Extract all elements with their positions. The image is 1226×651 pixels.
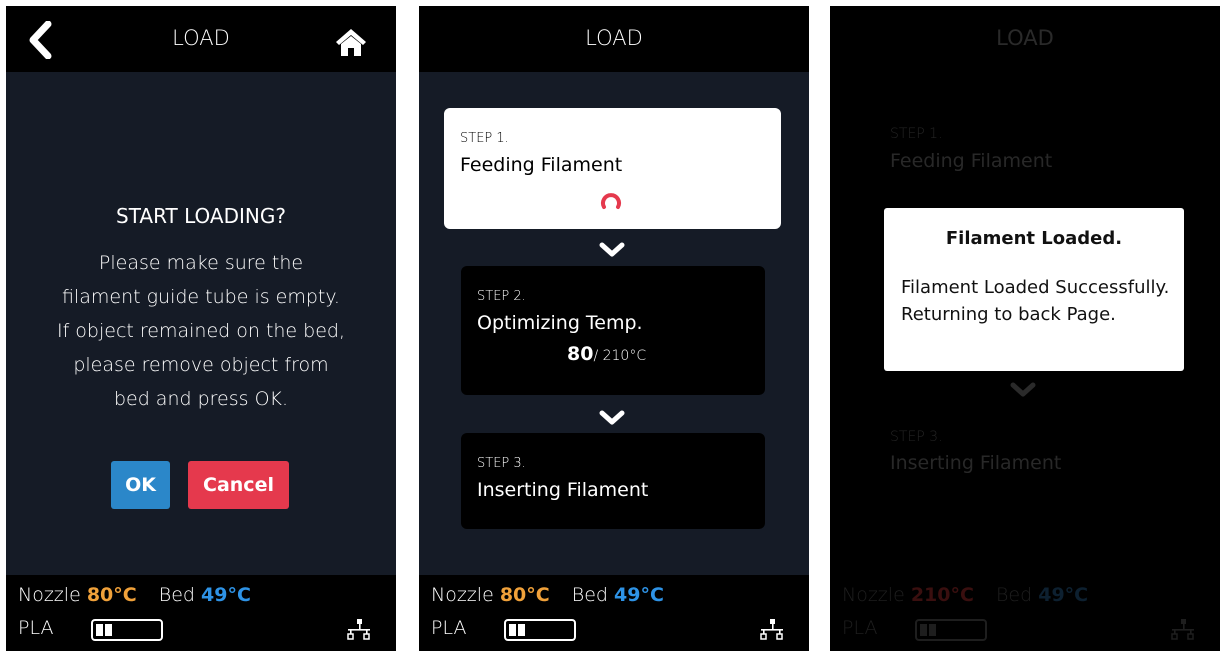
top-bar: LOAD xyxy=(419,6,809,72)
nozzle-label: Nozzle xyxy=(842,584,905,606)
prompt-line: please remove object from xyxy=(73,354,329,376)
prompt-line: filament guide tube is empty. xyxy=(62,286,340,308)
step-name: Optimizing Temp. xyxy=(477,312,643,334)
status-bar: Nozzle 80°C Bed 49°C PLA xyxy=(419,575,809,651)
filament-level-indicator xyxy=(915,619,987,641)
bed-temp: 49°C xyxy=(1038,584,1089,606)
cancel-button[interactable]: Cancel xyxy=(188,461,289,509)
prompt-line: Please make sure the xyxy=(98,252,304,274)
step-name: Feeding Filament xyxy=(890,150,1053,172)
loading-spinner-icon xyxy=(601,193,621,209)
loading-steps-screen: LOAD STEP 1. Feeding Filament STEP 2. Op… xyxy=(419,6,809,651)
network-icon xyxy=(347,619,370,640)
filament-level-segment xyxy=(105,624,112,636)
target-temp: / 210°C xyxy=(593,348,647,364)
bed-temp: 49°C xyxy=(201,584,251,606)
ok-button[interactable]: OK xyxy=(111,461,170,509)
page-title: LOAD xyxy=(585,26,643,50)
step-number: STEP 3. xyxy=(477,456,526,471)
prompt-message: Please make sure the filament guide tube… xyxy=(6,246,396,416)
filament-level-segment xyxy=(509,624,516,636)
status-bar: Nozzle 210°C Bed 49°C PLA xyxy=(830,575,1220,651)
page-title: LOAD xyxy=(996,26,1054,50)
step-name: Inserting Filament xyxy=(477,479,649,501)
network-icon xyxy=(760,619,783,640)
bed-temp: 49°C xyxy=(614,584,664,606)
material-label: PLA xyxy=(842,617,878,639)
chevron-down-icon xyxy=(599,242,625,257)
filament-level-indicator xyxy=(504,619,576,641)
nozzle-label: Nozzle xyxy=(431,584,494,606)
network-icon xyxy=(1171,619,1194,640)
current-temp: 80 xyxy=(567,343,594,365)
temperature-readout: 80/ 210°C xyxy=(567,343,646,365)
filament-level-segment xyxy=(518,624,525,636)
material-label: PLA xyxy=(431,617,467,639)
home-icon[interactable] xyxy=(333,26,369,58)
dialog-message: Filament Loaded Successfully. Returning … xyxy=(901,277,1170,325)
step-number: STEP 1. xyxy=(460,131,509,146)
prompt-title: START LOADING? xyxy=(116,204,286,228)
filament-level-segment xyxy=(929,624,936,636)
prompt-line: If object remained on the bed, xyxy=(56,320,346,342)
dialog-title: Filament Loaded. xyxy=(945,228,1123,249)
nozzle-temp: 80°C xyxy=(499,584,550,606)
filament-level-segment xyxy=(920,624,927,636)
load-complete-screen: LOAD STEP 1. Feeding Filament STEP 3. In… xyxy=(830,6,1220,651)
chevron-down-icon xyxy=(599,410,625,425)
nozzle-temp: 210°C xyxy=(910,584,974,606)
step-number: STEP 2. xyxy=(477,289,526,304)
load-confirm-screen: LOAD START LOADING? Please make sure the… xyxy=(6,6,396,651)
filament-level-segment xyxy=(96,624,103,636)
material-label: PLA xyxy=(18,617,54,639)
bed-label: Bed xyxy=(995,584,1033,606)
chevron-down-icon xyxy=(1010,382,1036,397)
top-bar: LOAD xyxy=(6,6,396,72)
status-bar: Nozzle 80°C Bed 49°C PLA xyxy=(6,575,396,651)
filament-level-indicator xyxy=(91,619,163,641)
step-card-optimizing: STEP 2. Optimizing Temp. 80/ 210°C xyxy=(461,266,765,395)
nozzle-temp: 80°C xyxy=(86,584,137,606)
completion-dialog: Filament Loaded. Filament Loaded Success… xyxy=(884,208,1184,371)
step-name: Inserting Filament xyxy=(890,452,1062,474)
step-number: STEP 1. xyxy=(890,126,943,142)
step-card-inserting: STEP 3. Inserting Filament xyxy=(461,433,765,529)
step-name: Feeding Filament xyxy=(460,154,623,176)
prompt-line: bed and press OK. xyxy=(113,388,289,410)
nozzle-label: Nozzle xyxy=(18,584,81,606)
step-number: STEP 3. xyxy=(890,429,943,445)
step-card-feeding: STEP 1. Feeding Filament xyxy=(444,108,781,229)
bed-label: Bed xyxy=(158,584,195,606)
bed-label: Bed xyxy=(571,584,608,606)
